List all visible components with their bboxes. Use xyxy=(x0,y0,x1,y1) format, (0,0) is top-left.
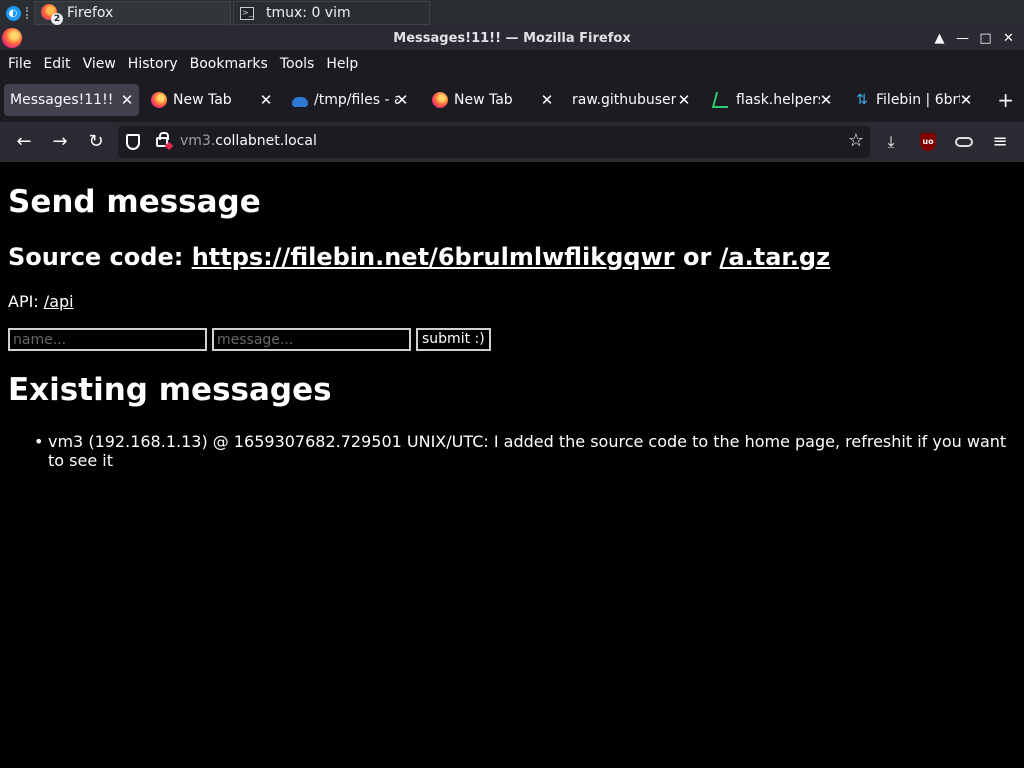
ublock-icon[interactable]: uo xyxy=(916,130,940,154)
tab-close-icon[interactable]: ✕ xyxy=(394,91,410,109)
url-host: collabnet.local xyxy=(215,133,317,149)
maximize-button[interactable]: □ xyxy=(974,31,997,46)
hamburger-menu-icon[interactable]: ≡ xyxy=(988,130,1012,154)
lock-insecure-icon[interactable] xyxy=(156,132,169,147)
tab-bar: Messages!11!! ✕ New Tab ✕ /tmp/files - a… xyxy=(0,78,1024,122)
tab-label: New Tab xyxy=(454,92,513,108)
tab-new-tab-2[interactable]: New Tab ✕ xyxy=(424,84,559,116)
firefox-icon xyxy=(2,28,22,48)
submit-button[interactable]: submit :) xyxy=(416,328,491,351)
tab-label: New Tab xyxy=(173,92,232,108)
tab-label: flask.helpers xyxy=(736,92,820,108)
shield-icon[interactable] xyxy=(126,134,140,150)
source-code-heading: Source code: https://filebin.net/6brulml… xyxy=(8,243,830,271)
tarball-link[interactable]: /a.tar.gz xyxy=(720,243,830,271)
launcher-icon: ◐ xyxy=(5,5,21,21)
bookmark-star-icon[interactable]: ☆ xyxy=(848,130,864,151)
taskbar-task-label: tmux: 0 vim xyxy=(266,5,351,21)
taskbar: ◐ 2 Firefox >_ tmux: 0 vim xyxy=(0,0,1024,26)
tab-new-tab-1[interactable]: New Tab ✕ xyxy=(143,84,278,116)
window-titlebar[interactable]: Messages!11!! — Mozilla Firefox ▲ — □ ✕ xyxy=(0,26,1024,50)
terminal-icon: >_ xyxy=(240,6,254,20)
firefox-icon xyxy=(151,92,167,108)
menu-file[interactable]: File xyxy=(2,56,37,72)
tab-tmp-files[interactable]: /tmp/files - a ✕ xyxy=(284,84,414,116)
taskbar-task-label: Firefox xyxy=(67,5,114,21)
window-title: Messages!11!! — Mozilla Firefox xyxy=(393,30,631,46)
spy-extension-icon[interactable] xyxy=(952,130,976,154)
window-count-badge: 2 xyxy=(51,13,63,25)
menu-history[interactable]: History xyxy=(122,56,184,72)
navigation-toolbar: ← → ↻ vm3.collabnet.local ☆ ⤓ uo ≡ xyxy=(0,122,1024,162)
tab-label: Messages!11!! xyxy=(10,92,114,108)
url-text[interactable]: vm3.collabnet.local xyxy=(180,133,317,149)
keep-above-button[interactable]: ▲ xyxy=(928,31,951,46)
menu-edit[interactable]: Edit xyxy=(37,56,76,72)
tab-flask-helpers[interactable]: flask.helpers ✕ xyxy=(706,84,838,116)
or-label: or xyxy=(682,243,712,271)
messages-list: vm3 (192.168.1.13) @ 1659307682.729501 U… xyxy=(34,432,1014,470)
name-input[interactable] xyxy=(8,328,207,351)
flask-icon xyxy=(711,92,733,108)
taskbar-task-terminal[interactable]: >_ tmux: 0 vim xyxy=(233,1,430,25)
downloads-icon[interactable]: ⤓ xyxy=(879,130,903,154)
app-launcher-button[interactable]: ◐ xyxy=(0,0,26,26)
page-title: Send message xyxy=(8,184,261,220)
api-label: API: xyxy=(8,292,39,311)
existing-messages-heading: Existing messages xyxy=(8,372,332,408)
url-prefix: vm3. xyxy=(180,133,216,149)
tab-close-icon[interactable]: ✕ xyxy=(676,91,692,109)
tab-filebin[interactable]: ⇅ Filebin | 6brt ✕ xyxy=(846,84,978,116)
tab-raw-github[interactable]: raw.githubuserc ✕ xyxy=(564,84,696,116)
api-line: API: /api xyxy=(8,292,74,311)
page-content: Send message Source code: https://filebi… xyxy=(0,162,1024,768)
url-bar[interactable]: vm3.collabnet.local ☆ xyxy=(118,126,870,158)
menu-tools[interactable]: Tools xyxy=(274,56,321,72)
list-item: vm3 (192.168.1.13) @ 1659307682.729501 U… xyxy=(34,432,1014,470)
message-input[interactable] xyxy=(212,328,411,351)
firefox-icon: 2 xyxy=(41,4,63,25)
tab-close-icon[interactable]: ✕ xyxy=(958,91,974,109)
source-code-link[interactable]: https://filebin.net/6brulmlwflikgqwr xyxy=(192,243,675,271)
menu-bar: File Edit View History Bookmarks Tools H… xyxy=(0,50,1024,78)
source-code-label: Source code: xyxy=(8,243,184,271)
tab-label: Filebin | 6brt xyxy=(876,92,960,108)
new-tab-button[interactable]: + xyxy=(997,88,1014,112)
tab-label: raw.githubuserc xyxy=(572,92,676,108)
tab-close-icon[interactable]: ✕ xyxy=(119,91,135,109)
tab-close-icon[interactable]: ✕ xyxy=(539,91,555,109)
taskbar-task-firefox[interactable]: 2 Firefox xyxy=(34,1,231,25)
arrows-icon: ⇅ xyxy=(856,92,868,108)
tab-messages[interactable]: Messages!11!! ✕ xyxy=(4,84,139,116)
firefox-icon xyxy=(432,92,448,108)
tab-label: /tmp/files - a xyxy=(314,92,398,108)
reload-button[interactable]: ↻ xyxy=(84,130,108,154)
menu-bookmarks[interactable]: Bookmarks xyxy=(184,56,274,72)
message-form: submit :) xyxy=(8,328,491,351)
api-link[interactable]: /api xyxy=(44,292,74,311)
menu-help[interactable]: Help xyxy=(320,56,364,72)
menu-view[interactable]: View xyxy=(77,56,122,72)
back-button[interactable]: ← xyxy=(12,130,36,154)
taskbar-drag-handle[interactable] xyxy=(26,7,32,19)
minimize-button[interactable]: — xyxy=(951,31,974,46)
tab-close-icon[interactable]: ✕ xyxy=(258,91,274,109)
close-window-button[interactable]: ✕ xyxy=(997,31,1020,46)
tab-close-icon[interactable]: ✕ xyxy=(818,91,834,109)
forward-button[interactable]: → xyxy=(48,130,72,154)
cloud-icon xyxy=(292,96,308,107)
